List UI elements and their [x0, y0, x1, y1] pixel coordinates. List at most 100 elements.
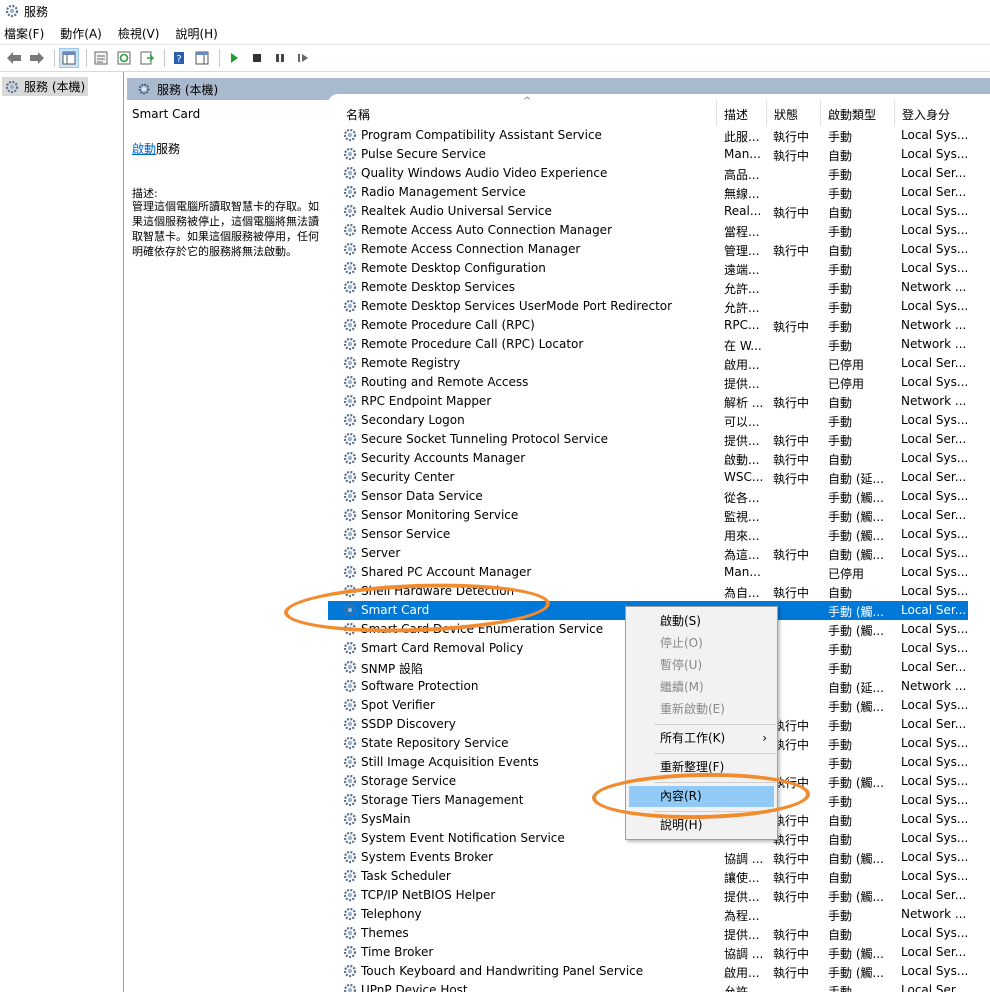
service-gear-icon [342, 963, 358, 979]
table-row[interactable]: Sensor Data Service 從各... 手動 (觸... Local Sy… [328, 487, 968, 506]
cell-log-on-as: Local Sys... [901, 964, 967, 978]
cell-status: 執行中 [773, 814, 810, 828]
action-pane-icon [195, 51, 209, 65]
title-bar: 服務 [0, 0, 990, 22]
table-row[interactable]: Security Accounts Manager 啟動... 執行中 自動 Local… [328, 449, 968, 468]
context-menu-start[interactable]: 啟動(S) [626, 611, 777, 632]
context-menu-resume[interactable]: 繼續(M) [626, 677, 777, 698]
cell-log-on-as: Local Sys... [901, 489, 967, 503]
table-row[interactable]: Security Center WSC... 執行中 自動 (延... Local Se… [328, 468, 968, 487]
restart-icon [298, 54, 308, 62]
table-row[interactable]: Realtek Audio Universal Service Real... 執行… [328, 202, 968, 221]
service-gear-icon [342, 925, 358, 941]
menu-view[interactable]: 檢視(V) [118, 25, 160, 42]
context-menu-pause[interactable]: 暫停(U) [626, 655, 777, 676]
column-divider[interactable] [820, 100, 821, 126]
cell-description: 啟動... [724, 453, 760, 467]
context-menu-restart[interactable]: 重新啟動(E) [626, 699, 777, 720]
column-header-startup-type[interactable]: 啟動類型 [828, 106, 876, 123]
selected-service-title: Smart Card [132, 107, 201, 121]
cell-startup-type: 手動 [828, 662, 853, 676]
table-row[interactable]: Sensor Monitoring Service 監視... 手動 (觸... Lo… [328, 506, 968, 525]
menu-help[interactable]: 說明(H) [175, 25, 217, 42]
context-menu-help[interactable]: 說明(H) [626, 815, 777, 836]
table-row[interactable]: Remote Procedure Call (RPC) Locator 在 W..… [328, 335, 968, 354]
table-row[interactable]: Program Compatibility Assistant Service 此… [328, 126, 968, 145]
export-list-button[interactable] [137, 48, 157, 68]
context-menu-all-tasks[interactable]: 所有工作(K) › [626, 728, 777, 749]
table-row[interactable]: Remote Access Connection Manager 管理... 執行中… [328, 240, 968, 259]
context-menu-all-tasks-label: 所有工作(K) [660, 731, 726, 745]
cell-log-on-as: Network ... [901, 907, 967, 921]
table-row[interactable]: Sensor Service 用來... 手動 (觸... Local Sys... [328, 525, 968, 544]
cell-status: 執行中 [773, 244, 810, 258]
table-row[interactable]: Touch Keyboard and Handwriting Panel Ser… [328, 962, 968, 981]
column-divider[interactable] [716, 100, 717, 126]
cell-name: Program Compatibility Assistant Service [361, 128, 602, 142]
table-row[interactable]: UPnP Device Host 允許... 手動 Local Ser... [328, 981, 968, 992]
table-row[interactable]: Themes 提供... 執行中 自動 Local Sys... [328, 924, 968, 943]
table-row[interactable]: System Events Broker 協調 ... 執行中 自動 (觸... Loc… [328, 848, 968, 867]
table-row[interactable]: Quality Windows Audio Video Experience 高品… [328, 164, 968, 183]
column-divider[interactable] [894, 100, 895, 126]
table-row[interactable]: Remote Procedure Call (RPC) RPC... 執行中 手動 Ne… [328, 316, 968, 335]
cell-startup-type: 手動 (觸... [828, 491, 884, 505]
table-row[interactable]: Secure Socket Tunneling Protocol Service… [328, 430, 968, 449]
context-menu-stop[interactable]: 停止(O) [626, 633, 777, 654]
pause-service-button[interactable] [270, 48, 290, 68]
show-hide-action-pane-button[interactable] [192, 48, 212, 68]
show-hide-console-tree-button[interactable] [59, 48, 79, 68]
cell-startup-type: 手動 [828, 738, 853, 752]
table-row[interactable]: Telephony 為程... 手動 Network ... [328, 905, 968, 924]
cell-description: 在 W... [724, 339, 762, 353]
help-toolbar-button[interactable]: ? [169, 48, 189, 68]
table-row[interactable]: Time Broker 協調 ... 執行中 手動 (觸... Local Ser... [328, 943, 968, 962]
table-row[interactable]: Remote Registry 啟用... 已停用 Local Ser... [328, 354, 968, 373]
restart-service-button[interactable] [293, 48, 313, 68]
properties-toolbar-button[interactable] [91, 48, 111, 68]
column-divider[interactable] [766, 100, 767, 126]
column-header-status[interactable]: 狀態 [774, 106, 798, 123]
table-row[interactable]: Remote Desktop Configuration 遠端... 手動 Local… [328, 259, 968, 278]
table-row[interactable]: Task Scheduler 讓使... 執行中 自動 Local Sys... [328, 867, 968, 886]
start-service-button[interactable] [224, 48, 244, 68]
cell-name: Remote Desktop Configuration [361, 261, 546, 275]
table-row[interactable]: Radio Management Service 無線... 手動 Local Ser… [328, 183, 968, 202]
table-row[interactable]: Remote Access Auto Connection Manager 當程.… [328, 221, 968, 240]
cell-log-on-as: Local Ser... [901, 166, 967, 180]
menu-action[interactable]: 動作(A) [60, 25, 102, 42]
column-header-description[interactable]: 描述 [724, 106, 748, 123]
table-row[interactable]: TCP/IP NetBIOS Helper 提供... 執行中 手動 (觸... Loc… [328, 886, 968, 905]
back-button[interactable] [4, 48, 24, 68]
table-row[interactable]: Remote Desktop Services UserMode Port Re… [328, 297, 968, 316]
column-header-name[interactable]: 名稱 [346, 106, 370, 123]
table-row[interactable]: Remote Desktop Services 允許... 手動 Network ..… [328, 278, 968, 297]
table-row[interactable]: Secondary Logon 可以... 手動 Local Sys... [328, 411, 968, 430]
table-row[interactable]: Shared PC Account Manager Man... 已停用 Local … [328, 563, 968, 582]
column-header-log-on-as[interactable]: 登入身分 [902, 106, 950, 123]
stop-service-button[interactable] [247, 48, 267, 68]
context-menu-properties[interactable]: 內容(R) [629, 786, 774, 807]
table-row[interactable]: Server 為這... 執行中 自動 (觸... Local Sys... [328, 544, 968, 563]
table-row[interactable]: Pulse Secure Service Man... 執行中 自動 Local Sys… [328, 145, 968, 164]
menu-file[interactable]: 檔案(F) [4, 25, 44, 42]
toolbar-separator [164, 49, 165, 67]
table-row[interactable]: RPC Endpoint Mapper 解析 ... 執行中 自動 Network ..… [328, 392, 968, 411]
tree-item-services-local[interactable]: 服務 (本機) [2, 77, 89, 96]
service-gear-icon [342, 773, 358, 789]
services-gear-icon [5, 80, 19, 93]
table-row[interactable]: Shell Hardware Detection 為自... 執行中 自動 Local … [328, 582, 968, 601]
service-gear-icon [342, 241, 358, 257]
service-gear-icon [342, 659, 358, 675]
start-service-link[interactable]: 啟動 [132, 142, 156, 156]
cell-name: RPC Endpoint Mapper [361, 394, 492, 408]
service-gear-icon [342, 887, 358, 903]
tree-item-label: 服務 (本機) [24, 80, 86, 94]
forward-button[interactable] [27, 48, 47, 68]
refresh-toolbar-button[interactable] [114, 48, 134, 68]
table-row[interactable]: Routing and Remote Access 提供... 已停用 Local S… [328, 373, 968, 392]
context-menu-refresh[interactable]: 重新整理(F) [626, 757, 777, 778]
cell-name: Shared PC Account Manager [361, 565, 532, 579]
cell-startup-type: 已停用 [828, 567, 865, 581]
cell-name: Themes [361, 926, 409, 940]
